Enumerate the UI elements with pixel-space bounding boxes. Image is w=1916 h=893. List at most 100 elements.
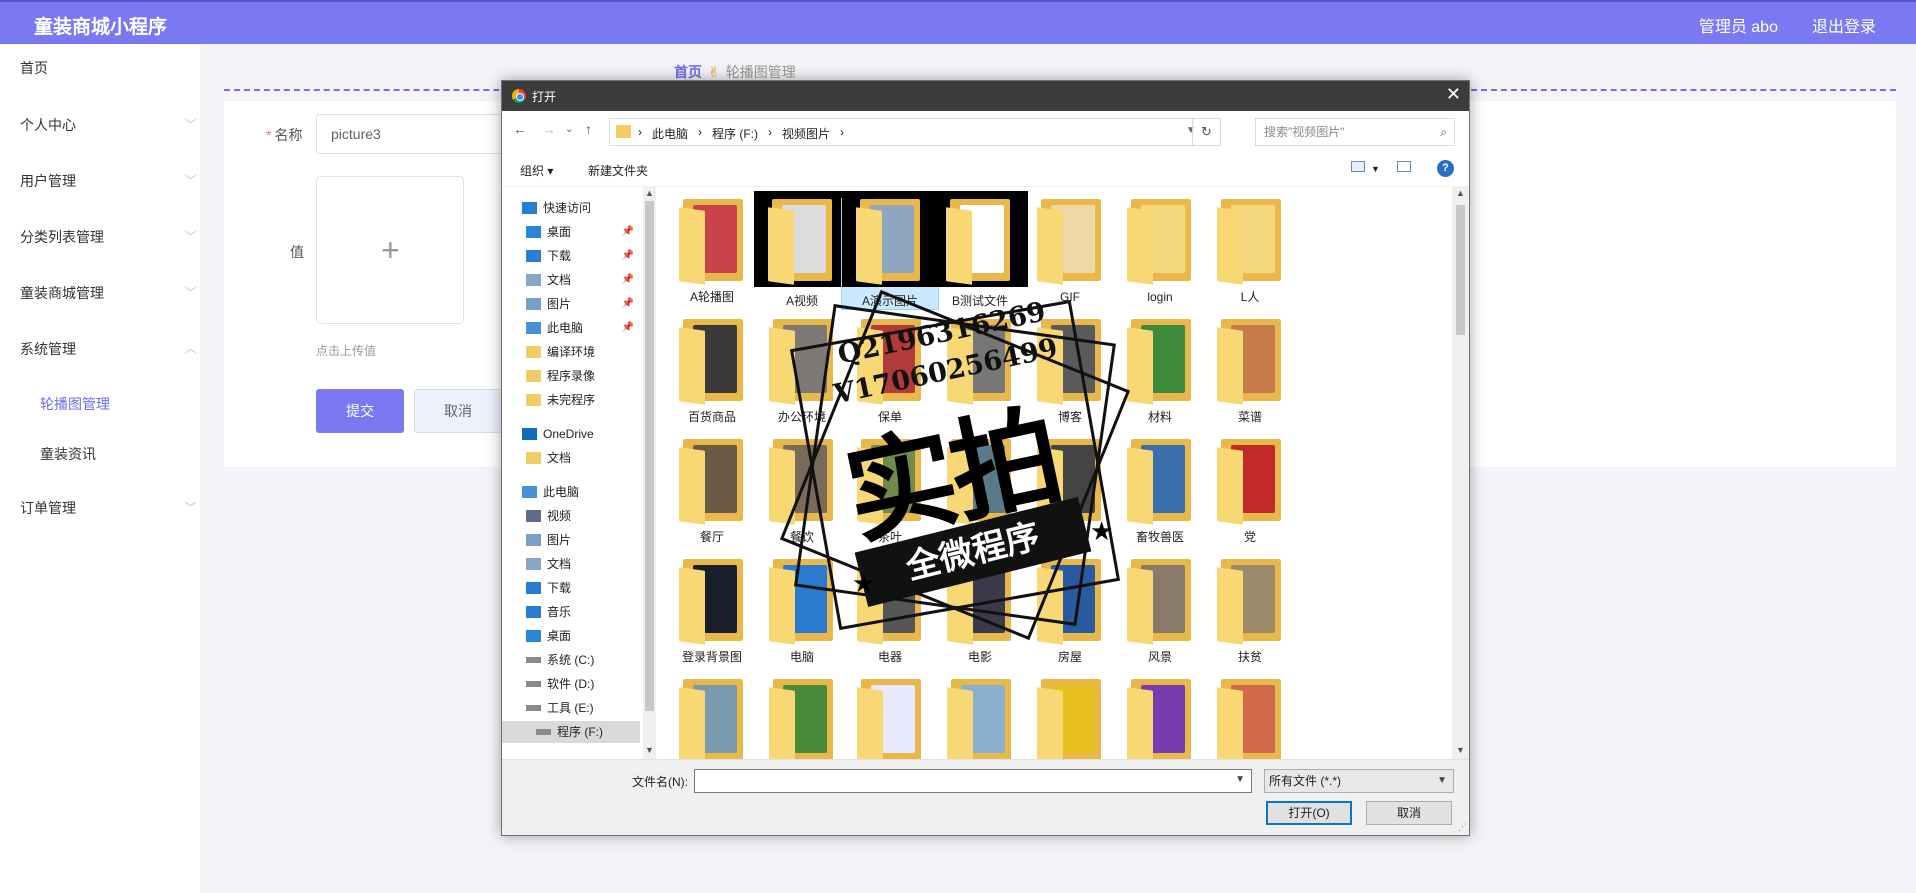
nav-item[interactable]: 程序录像 bbox=[526, 365, 638, 387]
file-item[interactable]: B测试文件 bbox=[932, 191, 1028, 309]
file-item[interactable]: 百货商品 bbox=[664, 319, 760, 425]
file-item[interactable]: 材料 bbox=[1112, 319, 1208, 425]
file-item[interactable]: 党 bbox=[1202, 439, 1298, 545]
filetype-select[interactable]: 所有文件 (*.*) ▼ bbox=[1264, 769, 1454, 793]
file-item[interactable]: L人 bbox=[1202, 199, 1298, 305]
file-item[interactable]: 宠物 bbox=[1022, 439, 1118, 545]
forward-arrow-icon[interactable]: → bbox=[542, 121, 556, 137]
nav-item[interactable]: 程序 (F:) bbox=[502, 721, 640, 743]
nav-item[interactable]: 文档 bbox=[526, 553, 638, 575]
address-bar[interactable]: › 此电脑 › 程序 (F:) › 视频图片 › ▼ ↻ bbox=[609, 118, 1221, 146]
nav-item[interactable]: 下载 bbox=[526, 577, 638, 599]
scroll-up-icon[interactable]: ▲ bbox=[645, 188, 654, 198]
file-item[interactable]: 风景 bbox=[1112, 559, 1208, 665]
image-upload[interactable]: + bbox=[316, 176, 464, 324]
name-input[interactable]: picture3 bbox=[316, 114, 506, 154]
sidebar-item-personal[interactable]: 个人中心 ﹀ bbox=[20, 113, 196, 137]
nav-item[interactable]: 编译环境 bbox=[526, 341, 638, 363]
file-item[interactable]: A轮播图 bbox=[664, 199, 760, 305]
file-item[interactable]: 扶贫 bbox=[1202, 559, 1298, 665]
sidebar-item-system[interactable]: 系统管理 ︿ bbox=[20, 337, 196, 361]
nav-scrollbar[interactable]: ▲ ▼ bbox=[643, 187, 656, 759]
nav-item[interactable]: 下载 📌 bbox=[526, 245, 638, 267]
nav-item[interactable]: 图片 📌 bbox=[526, 293, 638, 315]
organize-button[interactable]: 组织 ▾ bbox=[520, 162, 553, 179]
up-arrow-icon[interactable]: ↑ bbox=[585, 121, 592, 137]
open-button[interactable]: 打开(O) bbox=[1266, 801, 1352, 825]
nav-item[interactable]: 文档 📌 bbox=[526, 269, 638, 291]
nav-item[interactable]: 工具 (E:) bbox=[526, 697, 638, 719]
path-drive-f[interactable]: 程序 (F:) bbox=[712, 125, 758, 142]
file-item[interactable]: 电器 bbox=[842, 559, 938, 665]
files-scrollbar[interactable]: ▲ ▼ bbox=[1452, 187, 1469, 759]
scroll-down-icon[interactable]: ▼ bbox=[645, 745, 654, 755]
file-item[interactable] bbox=[664, 679, 760, 759]
path-folder[interactable]: 视频图片 bbox=[782, 125, 830, 142]
scroll-thumb[interactable] bbox=[645, 201, 654, 711]
new-folder-button[interactable]: 新建文件夹 bbox=[588, 162, 648, 179]
file-item[interactable] bbox=[1202, 679, 1298, 759]
nav-item[interactable]: 桌面 📌 bbox=[526, 221, 638, 243]
chevron-down-icon[interactable]: ▼ bbox=[1371, 164, 1380, 174]
file-item[interactable]: 餐饮 bbox=[754, 439, 850, 545]
nav-item[interactable]: 此电脑 bbox=[522, 481, 634, 503]
nav-item[interactable]: 文档 bbox=[526, 447, 638, 469]
dialog-cancel-button[interactable]: 取消 bbox=[1366, 801, 1452, 825]
file-item[interactable] bbox=[932, 319, 1028, 425]
sidebar-subitem-news[interactable]: 童装资讯 bbox=[40, 444, 96, 464]
nav-item[interactable]: 此电脑 📌 bbox=[526, 317, 638, 339]
file-item[interactable] bbox=[842, 679, 938, 759]
view-options-icon[interactable] bbox=[1351, 161, 1365, 172]
file-item[interactable] bbox=[932, 439, 1028, 545]
resize-grip-icon[interactable]: ⋰ bbox=[1458, 822, 1467, 833]
refresh-icon[interactable]: ↻ bbox=[1192, 119, 1220, 145]
file-item[interactable]: 博客 bbox=[1022, 319, 1118, 425]
file-item[interactable]: 登录背景图 bbox=[664, 559, 760, 665]
nav-item[interactable]: OneDrive bbox=[522, 423, 634, 445]
sidebar-item-orders[interactable]: 订单管理 ﹀ bbox=[20, 496, 196, 520]
file-item[interactable]: 畜牧兽医 bbox=[1112, 439, 1208, 545]
nav-item[interactable]: 软件 (D:) bbox=[526, 673, 638, 695]
file-item[interactable]: A视频 bbox=[754, 191, 850, 309]
path-this-pc[interactable]: 此电脑 bbox=[652, 125, 688, 142]
file-item[interactable]: 餐厅 bbox=[664, 439, 760, 545]
sidebar-subitem-carousel[interactable]: 轮播图管理 bbox=[40, 394, 110, 414]
file-item[interactable] bbox=[754, 679, 850, 759]
breadcrumb-home[interactable]: 首页 bbox=[674, 62, 702, 82]
file-item[interactable]: 茶叶 bbox=[842, 439, 938, 545]
scroll-down-icon[interactable]: ▼ bbox=[1456, 745, 1465, 755]
sidebar-item-users[interactable]: 用户管理 ﹀ bbox=[20, 169, 196, 193]
file-item[interactable]: 办公环境 bbox=[754, 319, 850, 425]
preview-pane-icon[interactable] bbox=[1397, 161, 1411, 172]
nav-item[interactable]: 桌面 bbox=[526, 625, 638, 647]
file-item[interactable]: 菜谱 bbox=[1202, 319, 1298, 425]
file-item[interactable] bbox=[1112, 679, 1208, 759]
chevron-down-icon[interactable]: ▼ bbox=[1235, 774, 1245, 785]
sidebar-item-home[interactable]: 首页 bbox=[20, 56, 196, 80]
recent-dropdown-icon[interactable]: ⌄ bbox=[565, 124, 573, 135]
scroll-up-icon[interactable]: ▲ bbox=[1456, 188, 1465, 198]
file-item[interactable] bbox=[1022, 679, 1118, 759]
search-input[interactable]: 搜索"视频图片" ⌕ bbox=[1255, 118, 1455, 146]
file-item[interactable]: GIF bbox=[1022, 199, 1118, 305]
file-item[interactable]: A演示图片 bbox=[841, 191, 939, 310]
nav-item[interactable]: 视频 bbox=[526, 505, 638, 527]
nav-item[interactable]: 系统 (C:) bbox=[526, 649, 638, 671]
submit-button[interactable]: 提交 bbox=[316, 389, 404, 433]
cancel-button[interactable]: 取消 bbox=[414, 389, 502, 433]
file-item[interactable] bbox=[932, 679, 1028, 759]
admin-user-label[interactable]: 管理员 abo bbox=[1699, 13, 1778, 37]
scroll-thumb[interactable] bbox=[1456, 205, 1465, 335]
file-item[interactable]: 房屋 bbox=[1022, 559, 1118, 665]
help-icon[interactable]: ? bbox=[1437, 160, 1454, 177]
nav-item[interactable]: 未完程序 bbox=[526, 389, 638, 411]
file-item[interactable]: login bbox=[1112, 199, 1208, 305]
file-item[interactable]: 保单 bbox=[842, 319, 938, 425]
file-item[interactable]: 电脑 bbox=[754, 559, 850, 665]
sidebar-item-shop[interactable]: 童装商城管理 ﹀ bbox=[20, 281, 196, 305]
sidebar-item-categories[interactable]: 分类列表管理 ﹀ bbox=[20, 225, 196, 249]
filename-input[interactable]: ▼ bbox=[694, 769, 1252, 793]
close-icon[interactable]: ✕ bbox=[1446, 84, 1461, 105]
nav-item[interactable]: 图片 bbox=[526, 529, 638, 551]
back-arrow-icon[interactable]: ← bbox=[513, 121, 527, 137]
